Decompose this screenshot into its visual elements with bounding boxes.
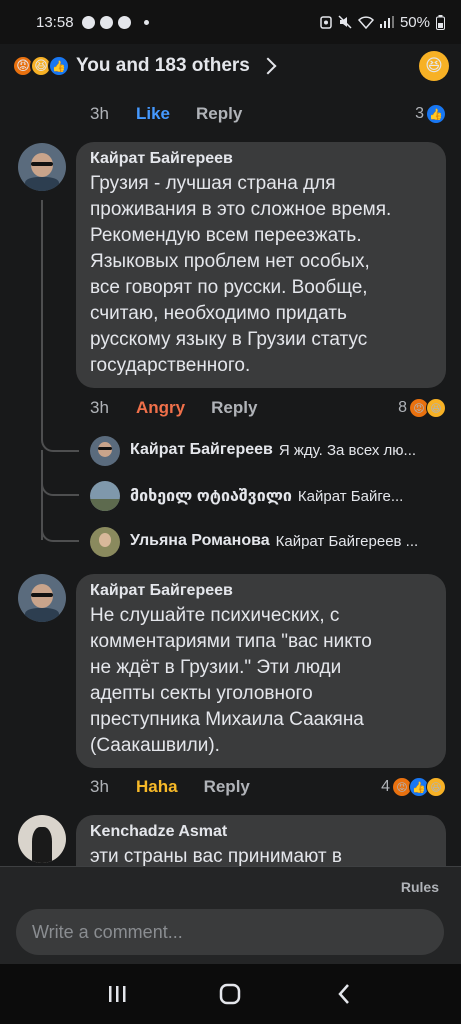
reaction-count[interactable]: 4 😡 👍 😆 bbox=[381, 777, 446, 797]
comment-time: 3h bbox=[90, 104, 109, 123]
reply-button[interactable]: Reply bbox=[211, 398, 257, 418]
reaction-count-number: 8 bbox=[398, 399, 407, 416]
react-button[interactable]: 😆 bbox=[419, 51, 449, 81]
comment-author[interactable]: Kenchadze Asmat bbox=[90, 823, 432, 841]
chevron-right-icon[interactable] bbox=[259, 57, 277, 75]
reply-item[interactable]: მიხეილ ოტიაშვილი Кайрат Байге... bbox=[130, 486, 446, 506]
reply-button[interactable]: Reply bbox=[196, 104, 242, 124]
comment-text: Не слушайте психических, с комментариями… bbox=[90, 605, 372, 756]
system-nav-bar bbox=[0, 964, 461, 1024]
alarm-icon bbox=[320, 16, 332, 29]
mute-icon bbox=[338, 15, 352, 29]
comment-author[interactable]: Кайрат Байгереев bbox=[90, 582, 432, 600]
thread-connector bbox=[41, 420, 79, 452]
reply-avatar[interactable] bbox=[90, 527, 120, 557]
like-reaction-icon: 👍 bbox=[426, 104, 446, 124]
reaction-count-number: 3 bbox=[415, 105, 424, 122]
comment-bubble[interactable]: Кайрат Байгереев Грузия - лучшая страна … bbox=[76, 142, 446, 388]
haha-reaction-button[interactable]: Haha bbox=[136, 777, 178, 797]
reply-author[interactable]: Кайрат Байгереев bbox=[130, 441, 273, 459]
like-button[interactable]: Like bbox=[136, 104, 170, 124]
thread-connector bbox=[41, 476, 79, 496]
comment-time: 3h bbox=[90, 398, 109, 417]
facebook-icon bbox=[99, 15, 113, 29]
reply-button[interactable]: Reply bbox=[204, 777, 250, 797]
messenger-alt-icon bbox=[117, 15, 131, 29]
reactions-header[interactable]: 😡 😆 👍 You and 183 others 😆 bbox=[0, 44, 461, 88]
comment-author[interactable]: Кайрат Байгереев bbox=[90, 150, 432, 168]
reply-preview: Я жду. За всех лю... bbox=[278, 441, 417, 459]
avatar[interactable] bbox=[18, 574, 66, 622]
reply-item[interactable]: Ульяна Романова Кайрат Байгереев ... bbox=[130, 532, 446, 550]
reaction-stack: 😡 😆 👍 bbox=[12, 55, 70, 77]
rules-link[interactable]: Rules bbox=[401, 879, 439, 895]
reaction-count[interactable]: 3 👍 bbox=[415, 104, 446, 124]
like-reaction-icon: 👍 bbox=[48, 55, 70, 77]
reply-preview: Кайрат Байге... bbox=[297, 487, 404, 505]
back-icon bbox=[338, 984, 350, 1004]
reaction-count[interactable]: 8 😡 😆 bbox=[398, 398, 446, 418]
haha-reaction-icon: 😆 bbox=[426, 777, 446, 797]
home-icon bbox=[220, 983, 241, 1005]
avatar[interactable] bbox=[18, 815, 66, 863]
messenger-icon bbox=[81, 15, 95, 29]
angry-reaction-button[interactable]: Angry bbox=[136, 398, 185, 418]
reply-item[interactable]: Кайрат Байгереев Я жду. За всех лю... bbox=[130, 441, 446, 459]
comment-composer: Rules bbox=[0, 866, 461, 964]
comment-bubble[interactable]: Кайрат Байгереев Не слушайте психических… bbox=[76, 574, 446, 768]
status-bar: 13:58 50% bbox=[0, 0, 461, 44]
comment-actions: 3h Angry Reply 8 😡 😆 bbox=[90, 398, 446, 418]
haha-reaction-icon: 😆 bbox=[426, 398, 446, 418]
status-time: 13:58 bbox=[36, 13, 74, 31]
recent-apps-button[interactable] bbox=[97, 974, 137, 1014]
reply-author[interactable]: Ульяна Романова bbox=[130, 532, 270, 550]
reaction-count-number: 4 bbox=[381, 778, 390, 795]
wifi-icon bbox=[357, 15, 374, 29]
notification-icons bbox=[81, 15, 149, 29]
comment-actions: 3h Haha Reply 4 😡 👍 😆 bbox=[90, 777, 446, 797]
reply-preview: Кайрат Байгереев ... bbox=[275, 532, 419, 550]
avatar[interactable] bbox=[18, 143, 66, 191]
reply-avatar[interactable] bbox=[90, 481, 120, 511]
reply-avatar[interactable] bbox=[90, 436, 120, 466]
home-button[interactable] bbox=[210, 974, 250, 1014]
parent-comment-actions: 3h Like Reply 3 👍 bbox=[90, 104, 446, 124]
thread-line bbox=[41, 200, 43, 440]
recent-apps-icon bbox=[108, 986, 126, 1002]
comment-text: Грузия - лучшая страна для проживания в … bbox=[90, 173, 392, 376]
comment-time: 3h bbox=[90, 777, 109, 796]
thread-connector bbox=[41, 520, 79, 542]
battery-icon bbox=[436, 14, 445, 30]
back-button[interactable] bbox=[324, 974, 364, 1014]
signal-icon bbox=[379, 16, 394, 28]
reactions-summary[interactable]: You and 183 others bbox=[76, 55, 250, 77]
reply-author[interactable]: მიხეილ ოტიაშვილი bbox=[130, 486, 292, 506]
battery-percent: 50% bbox=[399, 13, 430, 31]
comment-input[interactable] bbox=[16, 909, 444, 955]
more-notifications-icon bbox=[143, 19, 149, 25]
status-right: 50% bbox=[320, 14, 445, 31]
